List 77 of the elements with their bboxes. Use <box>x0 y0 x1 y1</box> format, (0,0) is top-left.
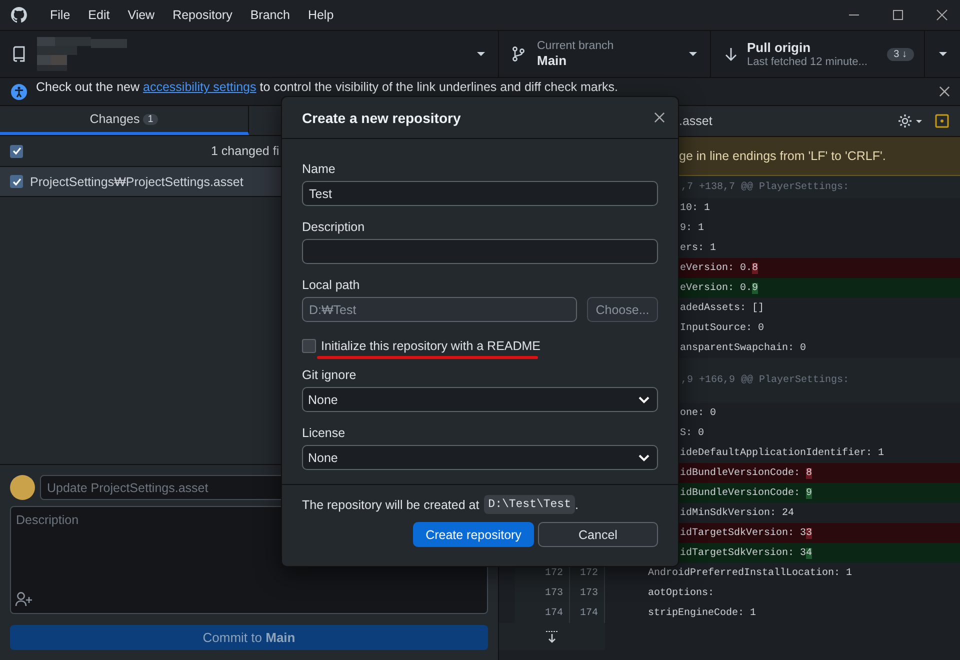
code-text: eVersion: 0.8 <box>680 262 758 274</box>
branch-dropdown[interactable]: Current branch Main <box>499 31 711 77</box>
pull-button[interactable]: Pull origin Last fetched 12 minute... 3 ↓ <box>711 31 925 77</box>
line-number: 174 <box>544 608 563 618</box>
chevron-down-icon <box>638 396 650 404</box>
caret-icon <box>938 51 948 57</box>
code-text: 9: 1 <box>680 222 704 234</box>
checkbox[interactable] <box>10 144 23 158</box>
code-text: idBundleVersionCode: 8 <box>680 468 812 478</box>
code-text: adedAssets: [] <box>680 302 764 314</box>
code-text: stripEngineCode: 1 <box>648 608 756 618</box>
accessibility-icon <box>11 84 27 100</box>
chevron-down-icon <box>638 454 650 462</box>
code-text: eVersion: 0.9 <box>680 282 758 294</box>
field-label: Local path <box>302 278 361 292</box>
create-button[interactable]: Create repository <box>413 522 534 547</box>
code-text: idTargetSdkVersion: 34 <box>680 548 812 558</box>
count-badge: 3 ↓ <box>886 48 914 60</box>
field-label: Git ignore <box>302 368 358 382</box>
license-select[interactable]: None <box>302 445 658 470</box>
menu-item[interactable]: Repository <box>164 8 242 22</box>
line-number: 172 <box>580 568 598 578</box>
count-badge: 1 <box>142 114 158 124</box>
code-text: InputSource: 0 <box>680 322 764 334</box>
caret-icon <box>476 51 486 57</box>
code-text: 10: 1 <box>680 202 710 214</box>
menu-item[interactable]: View <box>118 8 164 22</box>
repository-icon <box>12 46 26 62</box>
menu-item[interactable]: Branch <box>241 8 299 22</box>
line-number: 173 <box>544 588 563 598</box>
add-person-icon[interactable] <box>15 591 33 607</box>
checkbox[interactable] <box>10 175 23 188</box>
cat-logo-icon <box>10 6 28 24</box>
code-text: idTargetSdkVersion: 33 <box>680 528 812 538</box>
dialog-title: Create a new repository <box>302 110 461 126</box>
repository-path: D:\Test\Test <box>484 495 575 514</box>
avatar <box>10 475 35 500</box>
code-text: idMinSdkVersion: 24 <box>680 508 794 518</box>
tab[interactable]: Changes 1 <box>0 106 249 135</box>
checkbox[interactable] <box>302 339 316 353</box>
close-icon[interactable] <box>936 9 948 21</box>
code-text: S: 0 <box>680 428 704 438</box>
gitignore-select[interactable]: None <box>302 387 658 412</box>
file-path: ProjectSettings₩ProjectSettings.asset <box>30 174 244 188</box>
expand-icon[interactable] <box>544 630 560 644</box>
branch-icon <box>511 46 525 62</box>
code-text: one: 0 <box>680 408 716 418</box>
commit-button[interactable]: Commit to Main <box>10 625 488 650</box>
period-text: . <box>575 498 578 512</box>
cancel-button[interactable]: Cancel <box>538 522 658 547</box>
code-text: AndroidPreferredInstallLocation: 1 <box>648 568 852 578</box>
code-text: ideDefaultApplicationIdentifier: 1 <box>680 448 884 458</box>
field-label: License <box>302 426 346 440</box>
menu-item[interactable]: File <box>41 8 80 22</box>
code-text: idBundleVersionCode: 9 <box>680 488 812 498</box>
line-number: 174 <box>580 608 598 618</box>
accessibility-settings-link[interactable]: accessibility settings <box>143 80 256 94</box>
caret-icon <box>688 51 698 57</box>
description-field[interactable] <box>302 239 658 264</box>
maximize-icon[interactable] <box>892 9 904 21</box>
code-text: ansparentSwapchain: 0 <box>680 342 806 354</box>
file-name-text: .asset <box>679 114 712 128</box>
arrow-down-icon <box>725 46 737 62</box>
settings-button[interactable] <box>897 113 923 129</box>
code-text: ers: 1 <box>680 242 716 254</box>
banner-text: Check out the new accessibility settings to control the visibility of the link underlines and diff check marks. <box>36 80 618 94</box>
menu-item[interactable]: Edit <box>79 8 119 22</box>
checkbox-label: Initialize this repository with a README <box>321 339 541 353</box>
changed-files-count: 1 changed fi <box>211 144 280 158</box>
close-button[interactable] <box>654 112 665 123</box>
menu-item[interactable]: Help <box>298 8 343 22</box>
close-button[interactable] <box>939 86 950 97</box>
field-label: Description <box>302 220 366 234</box>
code-text: aotOptions: <box>648 588 714 598</box>
line-number: 172 <box>544 568 563 578</box>
line-number: 173 <box>580 588 598 598</box>
name-field[interactable]: Test <box>302 181 658 206</box>
